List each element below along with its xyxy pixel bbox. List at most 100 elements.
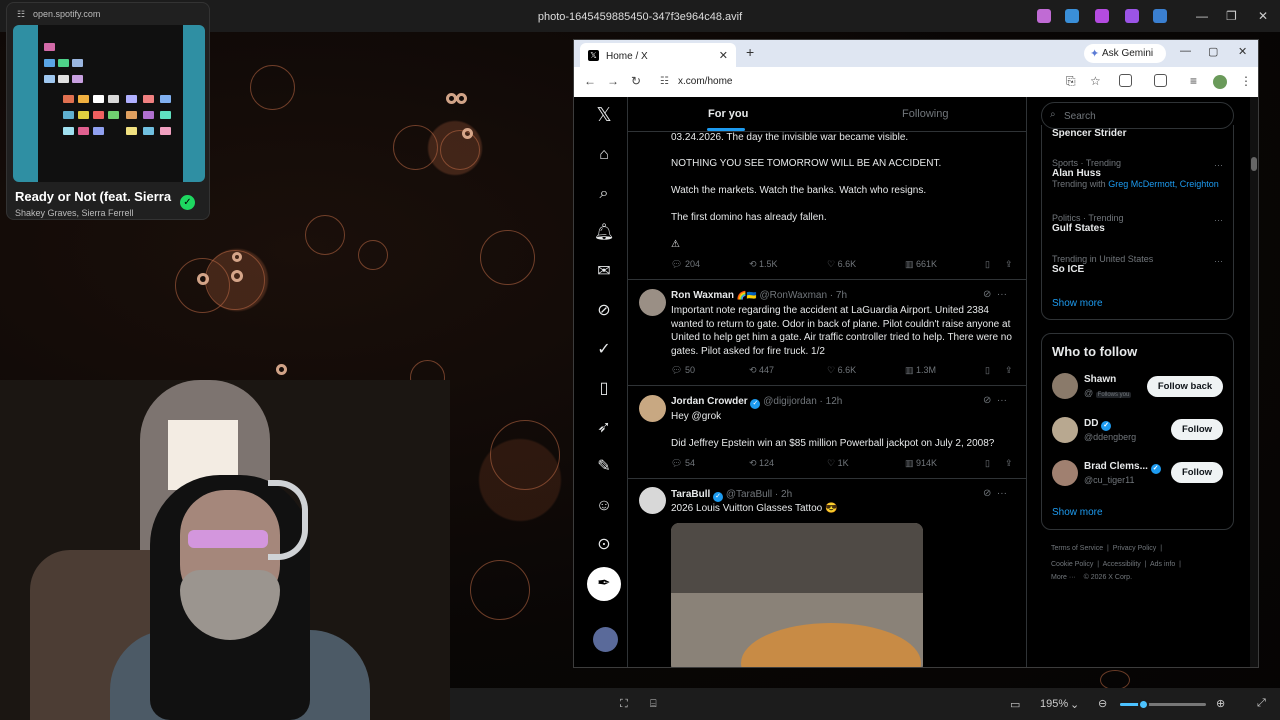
scrollbar-thumb[interactable] — [1251, 157, 1257, 171]
bookmark-icon[interactable]: ▯ — [985, 365, 990, 376]
home-icon[interactable]: ⌂ — [593, 144, 615, 166]
app-icon[interactable] — [1153, 9, 1167, 23]
bookmark-star-icon[interactable]: ☆ — [1090, 74, 1101, 88]
profile-icon[interactable]: ☺ — [593, 495, 615, 517]
spotify-mini-player[interactable]: ☷ open.spotify.com Ready or Not (feat. S… — [6, 2, 210, 220]
x-logo-icon[interactable]: 𝕏 — [593, 105, 615, 127]
saved-check-icon[interactable]: ✓ — [180, 195, 195, 210]
app-icon[interactable] — [1037, 9, 1051, 23]
grok-icon[interactable]: ⊘ — [593, 300, 615, 322]
author-handle[interactable]: @RonWaxman · 7h — [759, 290, 847, 301]
repost-button[interactable]: ⟲ 447 — [749, 365, 774, 376]
jobs-icon[interactable]: ➶ — [593, 417, 615, 439]
footer-link[interactable]: Accessibility — [1103, 561, 1141, 568]
close-icon[interactable]: ✕ — [1238, 45, 1247, 58]
notifications-icon[interactable]: 🔔︎ — [593, 222, 615, 244]
trend-item[interactable]: Sports · Trending Alan Huss Trending with … — [1052, 158, 1219, 189]
bookmarks-icon[interactable]: ▯ — [593, 378, 615, 400]
repost-button[interactable]: ⟲ 1.5K — [749, 259, 778, 270]
more-icon[interactable]: ⊙ — [593, 534, 615, 556]
share-icon[interactable]: ⇪ — [1005, 259, 1013, 270]
follow-back-button[interactable]: Follow back — [1147, 376, 1223, 397]
more-options-icon[interactable]: ⊘ ··· — [983, 289, 1007, 300]
repost-button[interactable]: ⟲ 124 — [749, 458, 774, 469]
zoom-out-icon[interactable]: ⊖ — [1098, 697, 1107, 710]
scrollbar[interactable] — [1250, 97, 1258, 667]
text-select-icon[interactable]: ⌸ — [650, 698, 657, 711]
zoom-slider[interactable] — [1120, 699, 1206, 710]
close-icon[interactable]: ✕ — [1258, 9, 1268, 23]
like-button[interactable]: ♡ 6.6K — [827, 365, 856, 376]
footer-link[interactable]: Terms of Service — [1051, 545, 1103, 552]
post-image[interactable] — [671, 523, 923, 667]
minimize-icon[interactable]: — — [1180, 45, 1191, 57]
aspect-icon[interactable]: ▭ — [1010, 698, 1020, 711]
url-field[interactable]: ☷ x.com/home — [652, 72, 1062, 92]
menu-icon[interactable]: ⋮ — [1240, 74, 1252, 88]
articles-icon[interactable]: ✎ — [593, 456, 615, 478]
author-handle[interactable]: @digijordan · 12h — [763, 396, 842, 407]
reload-icon[interactable]: ↻ — [631, 74, 641, 88]
views-button[interactable]: ▥ 661K — [905, 259, 937, 270]
bookmark-icon[interactable]: ▯ — [985, 458, 990, 469]
fit-icon[interactable]: ⛶ — [620, 698, 628, 711]
new-tab-button[interactable]: + — [746, 44, 754, 60]
tab-for-you[interactable]: For you — [708, 108, 748, 120]
tab-following[interactable]: Following — [902, 108, 948, 120]
more-options-icon[interactable]: ··· — [1214, 215, 1223, 225]
footer-link[interactable]: Ads info — [1150, 561, 1175, 568]
footer-link[interactable]: More ··· — [1051, 574, 1076, 581]
more-options-icon[interactable]: ⊘ ··· — [983, 488, 1007, 499]
app-icon[interactable] — [1095, 9, 1109, 23]
author-name[interactable]: TaraBull — [671, 489, 710, 500]
bookmark-icon[interactable]: ▯ — [985, 259, 990, 270]
messages-icon[interactable]: ✉ — [593, 261, 615, 283]
zoom-level[interactable]: 195% — [1040, 698, 1068, 710]
fullscreen-icon[interactable]: ⤢ — [1257, 697, 1266, 710]
extensions-icon[interactable] — [1119, 74, 1132, 87]
show-more-link[interactable]: Show more — [1052, 298, 1103, 309]
avatar[interactable] — [1052, 417, 1078, 443]
author-name[interactable]: Jordan Crowder — [671, 396, 748, 407]
avatar[interactable] — [639, 395, 666, 422]
avatar[interactable] — [639, 487, 666, 514]
show-more-link[interactable]: Show more — [1052, 507, 1103, 518]
more-options-icon[interactable]: ··· — [1214, 160, 1223, 170]
views-button[interactable]: ▥ 914K — [905, 458, 937, 469]
media-icon[interactable]: ≡ — [1190, 74, 1197, 88]
author-handle[interactable]: @TaraBull · 2h — [726, 489, 792, 500]
reply-button[interactable]: 💬︎ 54 — [671, 458, 695, 469]
footer-link[interactable]: Privacy Policy — [1113, 545, 1157, 552]
like-button[interactable]: ♡ 6.6K — [827, 259, 856, 270]
avatar[interactable] — [1052, 373, 1078, 399]
reply-button[interactable]: 💬︎ 204 — [671, 259, 700, 270]
more-options-icon[interactable]: ··· — [1214, 256, 1223, 266]
maximize-icon[interactable]: ❐ — [1226, 9, 1237, 23]
ask-gemini-button[interactable]: ✦ Ask Gemini — [1084, 44, 1166, 63]
sidebar-icon[interactable] — [1154, 74, 1167, 87]
install-icon[interactable]: ⎘ — [1066, 74, 1076, 89]
app-icon[interactable] — [1065, 9, 1079, 23]
minimize-icon[interactable]: — — [1196, 9, 1208, 23]
trend-item[interactable]: Spencer Strider — [1052, 128, 1126, 139]
avatar[interactable] — [639, 289, 666, 316]
trend-item[interactable]: Trending in United States So ICE — [1052, 254, 1153, 275]
follow-name[interactable]: Brad Clems... ✓ — [1084, 461, 1161, 474]
app-icon[interactable] — [1125, 9, 1139, 23]
follow-name[interactable]: DD ✓ — [1084, 418, 1112, 431]
trend-item[interactable]: Politics · Trending Gulf States — [1052, 213, 1124, 234]
tab-x-home[interactable]: 𝕏 Home / X ✕ — [580, 43, 736, 67]
maximize-icon[interactable]: ▢ — [1208, 45, 1218, 58]
verified-icon[interactable]: ✓ — [593, 339, 615, 361]
follow-button[interactable]: Follow — [1171, 462, 1223, 483]
avatar[interactable] — [1052, 460, 1078, 486]
chevron-down-icon[interactable]: ⌄ — [1070, 698, 1079, 711]
views-button[interactable]: ▥ 1.3M — [905, 365, 936, 376]
share-icon[interactable]: ⇪ — [1005, 458, 1013, 469]
back-icon[interactable]: ← — [584, 74, 596, 88]
like-button[interactable]: ♡ 1K — [827, 458, 849, 469]
post-button[interactable]: ✒ — [587, 567, 621, 601]
forward-icon[interactable]: → — [607, 74, 619, 88]
search-icon[interactable]: ⌕ — [593, 183, 615, 205]
footer-link[interactable]: Cookie Policy — [1051, 561, 1093, 568]
